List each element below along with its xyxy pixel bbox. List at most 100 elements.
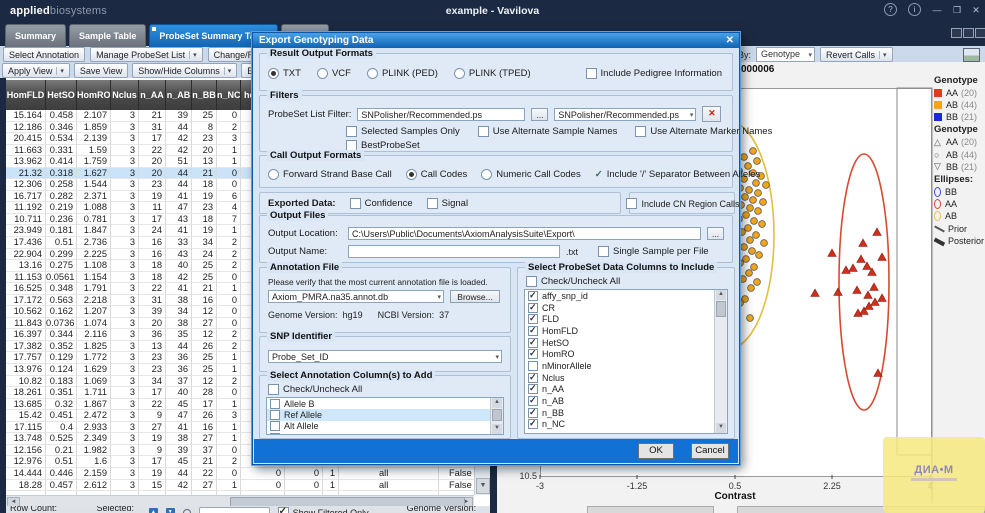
- cell[interactable]: 25: [192, 352, 217, 364]
- cell[interactable]: 2.218: [77, 295, 111, 307]
- cell[interactable]: 40: [166, 260, 192, 272]
- cell[interactable]: 0.346: [46, 122, 77, 134]
- cell[interactable]: 13.976: [6, 364, 46, 376]
- cell[interactable]: 0: [217, 468, 241, 480]
- scroll-up-arrow-icon[interactable]: ▲: [716, 290, 726, 300]
- cell[interactable]: 0.344: [46, 329, 77, 341]
- cell[interactable]: 3: [111, 168, 139, 180]
- revert-calls-button[interactable]: Revert Calls▾: [820, 47, 893, 62]
- column-header[interactable]: n_AB: [166, 80, 192, 110]
- list-item[interactable]: n_AA: [525, 384, 727, 396]
- cell[interactable]: 3: [111, 237, 139, 249]
- cell[interactable]: 3: [111, 352, 139, 364]
- cell[interactable]: 1: [323, 480, 339, 492]
- column-header[interactable]: n_BB: [192, 80, 217, 110]
- cell[interactable]: 13.685: [6, 399, 46, 411]
- cell[interactable]: 44: [166, 179, 192, 191]
- cell[interactable]: 47: [166, 410, 192, 422]
- cell[interactable]: 0: [217, 179, 241, 191]
- cell[interactable]: 2.159: [77, 468, 111, 480]
- cancel-button[interactable]: Cancel: [691, 443, 729, 459]
- cell[interactable]: 0: [217, 318, 241, 330]
- cell[interactable]: 17.382: [6, 341, 46, 353]
- snp-identifier-select[interactable]: Probe_Set_ID: [268, 350, 502, 363]
- scroll-up-arrow-icon[interactable]: ▲: [492, 398, 502, 408]
- cell[interactable]: 17: [139, 214, 166, 226]
- cell[interactable]: 42: [166, 133, 192, 145]
- cell[interactable]: 0: [241, 468, 285, 480]
- help-icon[interactable]: ?: [884, 3, 897, 16]
- cell[interactable]: 2.371: [77, 191, 111, 203]
- cell[interactable]: 2: [217, 237, 241, 249]
- close-button[interactable]: ✕: [968, 3, 984, 17]
- restore-button[interactable]: ❐: [949, 3, 965, 17]
- cell[interactable]: 0.129: [46, 352, 77, 364]
- cell[interactable]: 0: [217, 110, 241, 122]
- cell[interactable]: 0.351: [46, 387, 77, 399]
- cell[interactable]: 2: [217, 260, 241, 272]
- cell[interactable]: 39: [166, 110, 192, 122]
- cell[interactable]: 0.275: [46, 260, 77, 272]
- cell[interactable]: 16.525: [6, 283, 46, 295]
- list-scrollbar[interactable]: ▲ ▼: [490, 398, 503, 434]
- list-item[interactable]: Nclus: [525, 372, 727, 384]
- cell[interactable]: 1.108: [77, 260, 111, 272]
- cell[interactable]: 0: [217, 387, 241, 399]
- cell[interactable]: 1: [217, 352, 241, 364]
- manage-probeset-list-button[interactable]: Manage ProbeSet List▾: [90, 47, 203, 62]
- cell[interactable]: 36: [166, 352, 192, 364]
- cell[interactable]: 16.717: [6, 191, 46, 203]
- cell[interactable]: 0.4: [46, 422, 77, 434]
- cell[interactable]: 19: [192, 191, 217, 203]
- list-scrollbar[interactable]: ▲ ▼: [714, 290, 727, 433]
- ok-button[interactable]: OK: [638, 443, 674, 459]
- cell[interactable]: 31: [139, 295, 166, 307]
- output-location-browse-button[interactable]: ...: [707, 227, 724, 240]
- cell[interactable]: 16: [192, 295, 217, 307]
- cell[interactable]: 3: [111, 480, 139, 492]
- cell[interactable]: 13: [192, 156, 217, 168]
- cell[interactable]: 2: [217, 376, 241, 388]
- cell[interactable]: 3: [111, 145, 139, 157]
- probeset-list-filter-input[interactable]: SNPolisher/Recommended.ps: [357, 108, 525, 121]
- cell[interactable]: 34: [166, 306, 192, 318]
- cell[interactable]: 1: [217, 480, 241, 492]
- cell[interactable]: 44: [166, 122, 192, 134]
- cell[interactable]: 3: [111, 306, 139, 318]
- cell[interactable]: 0.534: [46, 133, 77, 145]
- cell[interactable]: 0: [217, 295, 241, 307]
- cell[interactable]: 2: [217, 456, 241, 468]
- annotation-file-select[interactable]: Axiom_PMRA.na35.annot.db: [268, 290, 444, 303]
- annotation-columns-list[interactable]: Allele BRef AlleleAlt AlleleAssociated G…: [266, 397, 504, 435]
- cell[interactable]: 0.525: [46, 433, 77, 445]
- cell[interactable]: 3: [111, 295, 139, 307]
- cell[interactable]: 3: [111, 249, 139, 261]
- cell[interactable]: 3: [111, 376, 139, 388]
- cell[interactable]: all: [339, 480, 439, 492]
- cell[interactable]: 0.124: [46, 364, 77, 376]
- scrollbar-thumb[interactable]: [716, 301, 726, 317]
- cell[interactable]: 51: [166, 156, 192, 168]
- cell[interactable]: 0.236: [46, 214, 77, 226]
- list-item[interactable]: affy_snp_id: [525, 290, 727, 302]
- cell[interactable]: 0.318: [46, 168, 77, 180]
- dialog-close-icon[interactable]: ✕: [726, 34, 734, 47]
- cell[interactable]: 0.51: [46, 237, 77, 249]
- cell[interactable]: 23: [139, 352, 166, 364]
- cell[interactable]: 3: [111, 179, 139, 191]
- cell[interactable]: 0.219: [46, 202, 77, 214]
- apply-view-button[interactable]: Apply View▾: [2, 63, 70, 78]
- cell[interactable]: 2: [217, 122, 241, 134]
- cell[interactable]: 16: [192, 422, 217, 434]
- cell[interactable]: 2.139: [77, 133, 111, 145]
- cell[interactable]: 0.282: [46, 191, 77, 203]
- cell[interactable]: 3: [111, 341, 139, 353]
- cell[interactable]: 9: [139, 445, 166, 457]
- cell[interactable]: 3: [111, 260, 139, 272]
- tab-sample-table[interactable]: Sample Table: [69, 24, 146, 47]
- cell[interactable]: 3: [111, 318, 139, 330]
- output-location-input[interactable]: C:\Users\Public\Documents\AxiomAnalysisS…: [348, 227, 701, 240]
- cell[interactable]: 44: [166, 341, 192, 353]
- cell[interactable]: 3: [111, 272, 139, 284]
- minimize-button[interactable]: —: [929, 3, 945, 17]
